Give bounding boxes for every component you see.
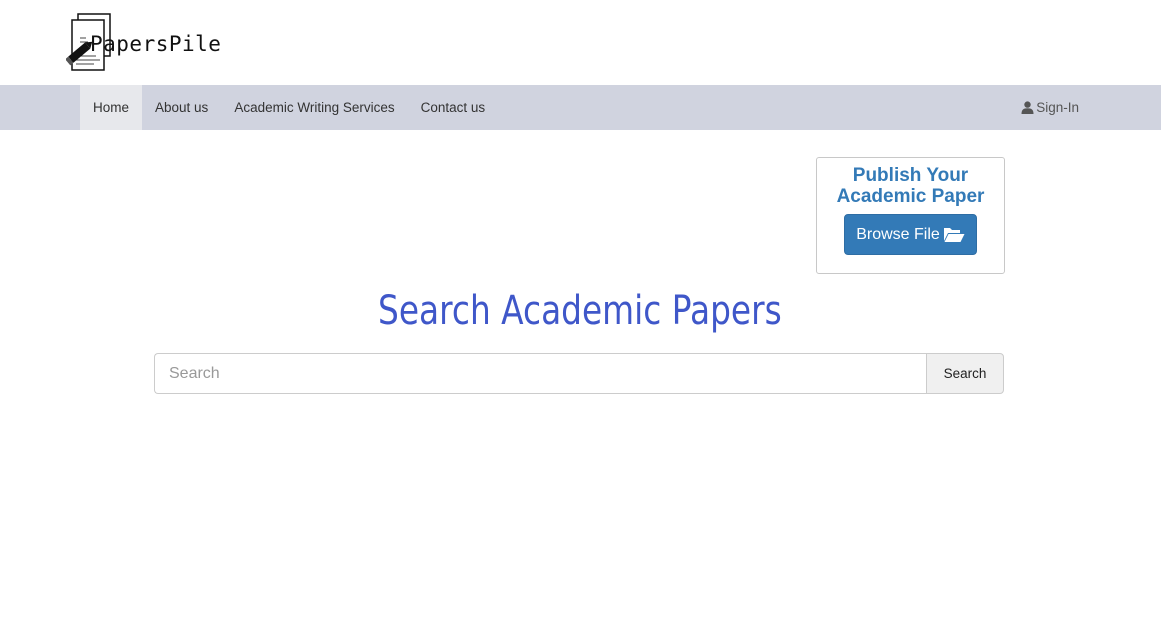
nav-item-home[interactable]: Home [80,85,143,130]
browse-file-button[interactable]: Browse File [844,214,977,255]
user-icon [1021,101,1034,114]
search-bar: Search [154,353,1004,394]
signin-link[interactable]: Sign-In [1021,85,1079,130]
brand-name: PapersPile [90,32,222,56]
browse-file-label: Browse File [856,225,940,243]
site-header: PapersPile [0,0,1161,85]
nav-item-writing-services[interactable]: Academic Writing Services [221,85,407,130]
publish-title: Publish Your Academic Paper [817,165,1004,207]
nav-item-about[interactable]: About us [142,85,221,130]
nav-menu: Home About us Academic Writing Services … [80,85,498,130]
publish-title-line1: Publish Your [852,165,969,186]
site-logo[interactable]: PapersPile [65,12,221,72]
nav-item-contact[interactable]: Contact us [408,85,499,130]
search-button[interactable]: Search [926,353,1004,394]
main-navbar: Home About us Academic Writing Services … [0,85,1161,130]
folder-open-icon [943,228,965,242]
signin-label: Sign-In [1036,100,1079,115]
search-heading: Search Academic Papers [378,288,782,334]
publish-panel: Publish Your Academic Paper Browse File [816,157,1005,274]
publish-title-line2: Academic Paper [836,186,985,207]
search-input[interactable] [154,353,926,394]
